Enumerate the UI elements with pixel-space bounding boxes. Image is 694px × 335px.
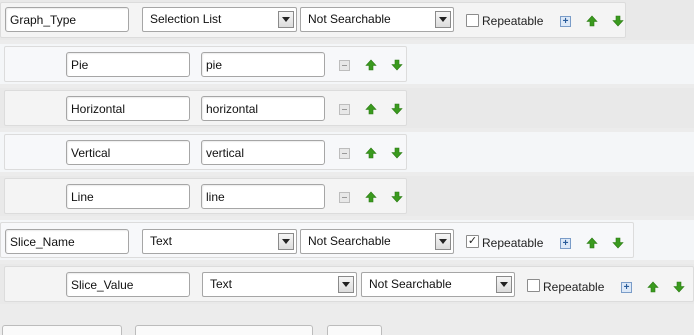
search-mode-value: Not Searchable [308, 234, 391, 248]
bottom-button-2[interactable] [135, 325, 313, 335]
minus-icon[interactable] [339, 148, 350, 159]
minus-icon[interactable] [339, 104, 350, 115]
search-mode-select[interactable]: Not Searchable [300, 229, 454, 254]
plus-icon[interactable]: + [560, 16, 571, 27]
option-label-input[interactable] [66, 52, 190, 77]
search-mode-value: Not Searchable [308, 12, 391, 26]
search-mode-value: Not Searchable [369, 277, 452, 291]
arrow-up-icon[interactable] [365, 191, 377, 203]
option-panel [4, 178, 407, 214]
minus-icon[interactable] [339, 192, 350, 203]
option-row-horizontal [0, 88, 694, 128]
repeatable-checkbox[interactable] [466, 14, 479, 27]
field-type-value: Text [210, 277, 233, 291]
field-type-select[interactable]: Text [202, 272, 357, 297]
arrow-up-icon[interactable] [647, 281, 659, 293]
option-value-input[interactable] [201, 140, 325, 165]
bottom-button-3[interactable] [327, 325, 382, 335]
option-panel [4, 90, 407, 126]
option-row-pie [0, 44, 694, 84]
option-panel [4, 46, 407, 82]
arrow-down-icon[interactable] [673, 281, 685, 293]
field-type-select[interactable]: Text [142, 229, 297, 254]
chevron-down-icon[interactable] [435, 233, 451, 250]
field-type-value: Text [150, 234, 173, 248]
chevron-down-icon[interactable] [278, 233, 294, 250]
option-label-input[interactable] [66, 140, 190, 165]
repeatable-label: Repeatable [482, 14, 544, 28]
option-value-input[interactable] [201, 184, 325, 209]
field-panel: Selection List Not Searchable Repeatable… [0, 2, 626, 38]
arrow-up-icon[interactable] [365, 103, 377, 115]
chevron-down-icon[interactable] [278, 11, 294, 28]
arrow-up-icon[interactable] [365, 147, 377, 159]
field-row-graph-type: Selection List Not Searchable Repeatable… [0, 0, 694, 40]
repeatable-checkbox[interactable]: ✓ [466, 235, 479, 248]
field-name-input[interactable] [5, 7, 129, 32]
arrow-down-icon[interactable] [612, 237, 624, 249]
search-mode-select[interactable]: Not Searchable [361, 272, 515, 297]
chevron-down-icon[interactable] [435, 11, 451, 28]
arrow-down-icon[interactable] [391, 191, 403, 203]
arrow-down-icon[interactable] [391, 103, 403, 115]
repeatable-checkbox[interactable] [527, 279, 540, 292]
bottom-button-1[interactable] [2, 325, 122, 335]
arrow-up-icon[interactable] [586, 237, 598, 249]
field-row-slice-name: Text Not Searchable ✓ Repeatable + [0, 220, 694, 260]
option-row-line [0, 176, 694, 216]
plus-icon[interactable]: + [621, 282, 632, 293]
option-label-input[interactable] [66, 184, 190, 209]
arrow-up-icon[interactable] [365, 59, 377, 71]
arrow-down-icon[interactable] [612, 15, 624, 27]
repeatable-label: Repeatable [543, 280, 605, 294]
arrow-down-icon[interactable] [391, 59, 403, 71]
field-panel: Text Not Searchable Repeatable + [4, 266, 694, 302]
chevron-down-icon[interactable] [338, 276, 354, 293]
field-row-slice-value: Text Not Searchable Repeatable + [0, 264, 694, 304]
field-type-value: Selection List [150, 12, 222, 26]
repeatable-label: Repeatable [482, 236, 544, 250]
option-label-input[interactable] [66, 96, 190, 121]
option-value-input[interactable] [201, 96, 325, 121]
option-panel [4, 134, 407, 170]
field-panel: Text Not Searchable ✓ Repeatable + [0, 222, 634, 258]
arrow-down-icon[interactable] [391, 147, 403, 159]
field-name-input[interactable] [5, 229, 129, 254]
option-value-input[interactable] [201, 52, 325, 77]
option-row-vertical [0, 132, 694, 172]
field-type-select[interactable]: Selection List [142, 7, 297, 32]
minus-icon[interactable] [339, 60, 350, 71]
arrow-up-icon[interactable] [586, 15, 598, 27]
chevron-down-icon[interactable] [496, 276, 512, 293]
plus-icon[interactable]: + [560, 238, 571, 249]
field-name-input[interactable] [66, 272, 190, 297]
search-mode-select[interactable]: Not Searchable [300, 7, 454, 32]
